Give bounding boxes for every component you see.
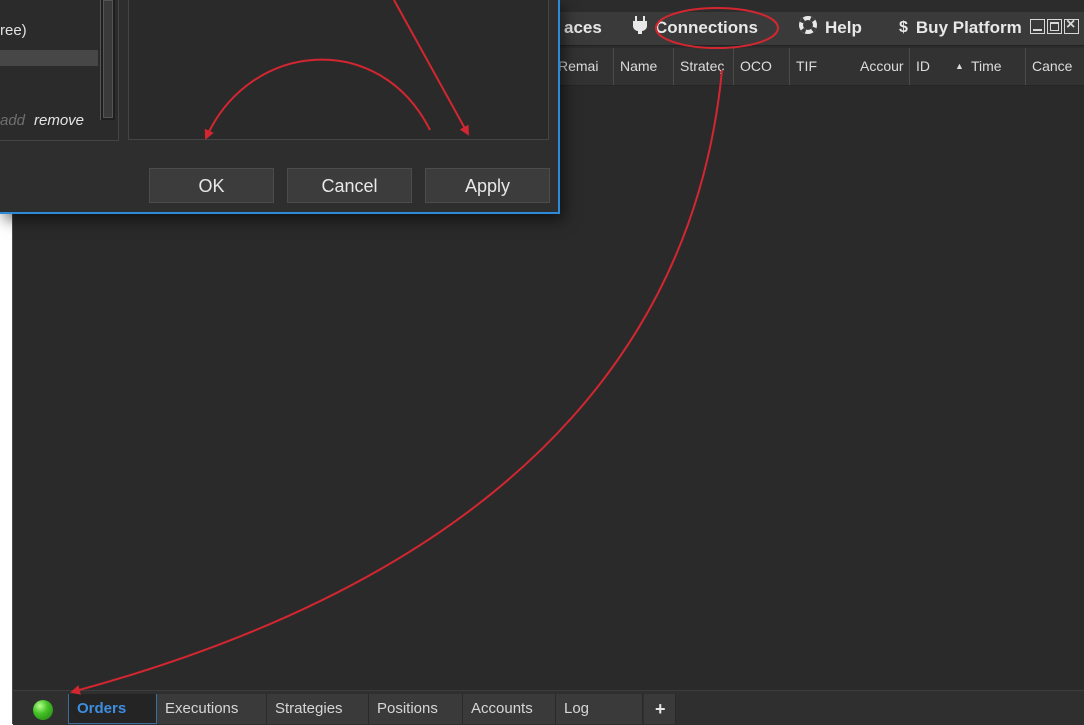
tab-accounts[interactable]: Accounts <box>463 694 556 724</box>
connection-status-icon <box>33 700 53 720</box>
column-header-tif[interactable]: TIF <box>789 48 853 85</box>
dialog-list-selected-row[interactable] <box>0 50 98 66</box>
tab-positions[interactable]: Positions <box>369 694 463 724</box>
menu-help-label: Help <box>825 18 862 37</box>
add-link[interactable]: add <box>0 112 25 129</box>
column-header-account[interactable]: Accour <box>853 48 908 85</box>
column-header-remaining[interactable]: Remai <box>551 48 611 85</box>
remove-link[interactable]: remove <box>34 112 84 129</box>
add-tab-button[interactable]: + <box>644 694 676 724</box>
minimize-icon[interactable] <box>1030 19 1045 34</box>
close-icon[interactable] <box>1064 16 1079 34</box>
column-header-name[interactable]: Name <box>613 48 672 85</box>
settings-dialog: ree) add remove OK Cancel Apply <box>0 0 560 214</box>
menu-buy-platform[interactable]: $ Buy Platform <box>899 18 1022 38</box>
dialog-list-item[interactable]: ree) <box>0 22 27 39</box>
menu-workspaces-label: aces <box>564 18 602 37</box>
tab-executions[interactable]: Executions <box>157 694 267 724</box>
dialog-list-panel: ree) add remove <box>0 0 119 141</box>
dialog-list-scrollbar[interactable] <box>100 0 115 120</box>
column-header-strategy[interactable]: Strateç <box>673 48 733 85</box>
dialog-properties-panel <box>128 0 549 140</box>
sort-ascending-icon: ▲ <box>955 61 964 71</box>
menu-connections-label: Connections <box>655 18 758 37</box>
menu-connections[interactable]: Connections <box>633 16 758 40</box>
plug-icon <box>633 16 647 40</box>
tab-strategies[interactable]: Strategies <box>267 694 369 724</box>
bottom-tab-bar: Orders Executions Strategies Positions A… <box>13 690 1084 725</box>
tab-log[interactable]: Log <box>556 694 643 724</box>
dollar-icon: $ <box>899 19 908 36</box>
cancel-button[interactable]: Cancel <box>287 168 412 203</box>
menu-buy-platform-label: Buy Platform <box>915 18 1022 37</box>
menu-workspaces[interactable]: aces <box>564 18 602 38</box>
menu-help[interactable]: Help <box>799 16 862 40</box>
maximize-icon[interactable] <box>1047 19 1062 34</box>
column-header-cancel[interactable]: Cance <box>1025 48 1084 85</box>
ok-button[interactable]: OK <box>149 168 274 203</box>
column-header-time[interactable]: Time <box>965 48 1025 85</box>
window-controls <box>1030 16 1079 34</box>
tab-orders[interactable]: Orders <box>68 694 157 724</box>
column-header-oco[interactable]: OCO <box>733 48 789 85</box>
lifebuoy-icon <box>799 16 817 40</box>
apply-button[interactable]: Apply <box>425 168 550 203</box>
